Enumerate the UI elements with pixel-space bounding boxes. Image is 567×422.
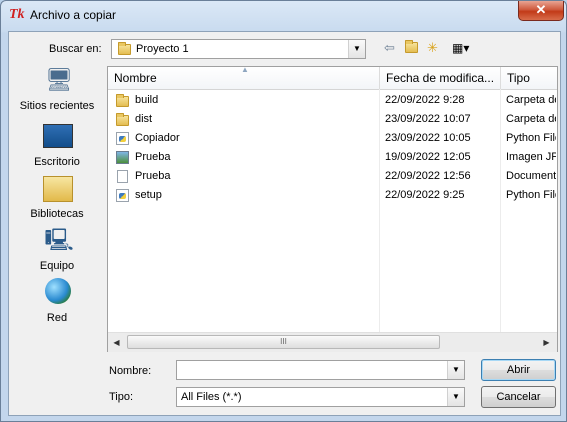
- file-row[interactable]: Copiador 23/09/2022 10:05 Python File: [108, 129, 557, 148]
- open-button[interactable]: Abrir: [481, 359, 556, 381]
- scroll-thumb[interactable]: III: [127, 335, 440, 349]
- folder-icon: [116, 113, 129, 128]
- file-name-label: Nombre:: [109, 365, 152, 377]
- text-file-icon: [117, 170, 128, 183]
- file-type: Carpeta de archivos: [506, 113, 556, 125]
- image-file-icon: [116, 151, 129, 164]
- file-name: Prueba: [135, 170, 171, 182]
- file-type-label: Tipo:: [109, 391, 134, 403]
- look-in-value: Proyecto 1: [136, 43, 189, 55]
- file-date: 22/09/2022 9:25: [385, 189, 465, 201]
- file-type: Documento de texto: [506, 170, 556, 182]
- places-bar: 🖥 Sitios recientes Escritorio Biblioteca…: [13, 66, 101, 356]
- scroll-left-icon[interactable]: ◀: [108, 333, 125, 352]
- column-name[interactable]: Nombre: [108, 67, 379, 89]
- file-row[interactable]: setup 22/09/2022 9:25 Python File: [108, 186, 557, 205]
- file-list[interactable]: ▲ Nombre Fecha de modifica... Tipo build…: [107, 65, 558, 352]
- file-date: 23/09/2022 10:05: [385, 132, 471, 144]
- file-date: 19/09/2022 12:05: [385, 151, 471, 163]
- chevron-down-icon[interactable]: ▼: [348, 40, 365, 58]
- python-file-icon: [116, 132, 129, 145]
- up-folder-icon[interactable]: [405, 40, 418, 55]
- look-in-combo[interactable]: Proyecto 1 ▼: [111, 39, 366, 59]
- file-row[interactable]: dist 23/09/2022 10:07 Carpeta de archivo…: [108, 110, 557, 129]
- file-type-select[interactable]: All Files (*.*) ▼: [176, 387, 465, 407]
- file-type: Python File: [506, 132, 556, 144]
- dialog-window: Tk Archivo a copiar ✕ Buscar en: Proyect…: [0, 0, 567, 422]
- cancel-button[interactable]: Cancelar: [481, 386, 556, 408]
- file-name-input[interactable]: ▼: [176, 360, 465, 380]
- folder-icon: [118, 42, 131, 55]
- file-name: Prueba: [135, 151, 171, 163]
- column-date[interactable]: Fecha de modifica...: [380, 67, 500, 89]
- file-date: 22/09/2022 12:56: [385, 170, 471, 182]
- tk-app-icon: Tk: [9, 7, 25, 22]
- place-label: Bibliotecas: [30, 208, 84, 220]
- chevron-down-icon[interactable]: ▼: [447, 361, 464, 379]
- computer-icon: 🖳: [44, 227, 74, 252]
- libraries-icon: [43, 176, 73, 202]
- file-type: Carpeta de archivos: [506, 94, 556, 106]
- title-bar[interactable]: Tk Archivo a copiar ✕: [1, 1, 566, 31]
- file-row[interactable]: build 22/09/2022 9:28 Carpeta de archivo…: [108, 91, 557, 110]
- file-name: build: [135, 94, 159, 106]
- chevron-down-icon[interactable]: ▼: [447, 388, 464, 406]
- window-title: Archivo a copiar: [30, 8, 117, 22]
- file-name: Copiador: [135, 132, 180, 144]
- close-button[interactable]: ✕: [518, 1, 564, 21]
- network-icon: [45, 278, 71, 304]
- place-label: Sitios recientes: [19, 100, 95, 112]
- file-type: Python File: [506, 189, 556, 201]
- python-file-icon: [116, 189, 129, 202]
- look-in-label: Buscar en:: [49, 43, 102, 55]
- file-type: Imagen JPEG: [506, 151, 556, 163]
- file-name: dist: [135, 113, 153, 125]
- place-label: Escritorio: [34, 156, 80, 168]
- dialog-client-area: Buscar en: Proyecto 1 ▼ ⇦ ✳ ▦▾ 🖥 Sitios …: [8, 31, 561, 416]
- recent-places-icon: 🖥: [45, 67, 73, 92]
- column-type[interactable]: Tipo: [501, 67, 557, 89]
- new-folder-icon[interactable]: ✳: [427, 41, 438, 55]
- horizontal-scrollbar[interactable]: ◀ III ▶: [108, 332, 557, 352]
- desktop-icon: [43, 124, 73, 148]
- file-date: 23/09/2022 10:07: [385, 113, 471, 125]
- scroll-right-icon[interactable]: ▶: [538, 333, 555, 352]
- folder-icon: [116, 94, 129, 109]
- file-row[interactable]: Prueba 19/09/2022 12:05 Imagen JPEG: [108, 148, 557, 167]
- file-date: 22/09/2022 9:28: [385, 94, 465, 106]
- file-name: setup: [135, 189, 162, 201]
- file-type-value: All Files (*.*): [181, 391, 242, 403]
- place-label: Equipo: [39, 260, 75, 272]
- view-menu-icon[interactable]: ▦▾: [452, 41, 469, 55]
- back-icon[interactable]: ⇦: [384, 41, 395, 55]
- column-header: ▲ Nombre Fecha de modifica... Tipo: [108, 65, 557, 90]
- file-row[interactable]: Prueba 22/09/2022 12:56 Documento de tex…: [108, 167, 557, 186]
- place-label: Red: [46, 312, 68, 324]
